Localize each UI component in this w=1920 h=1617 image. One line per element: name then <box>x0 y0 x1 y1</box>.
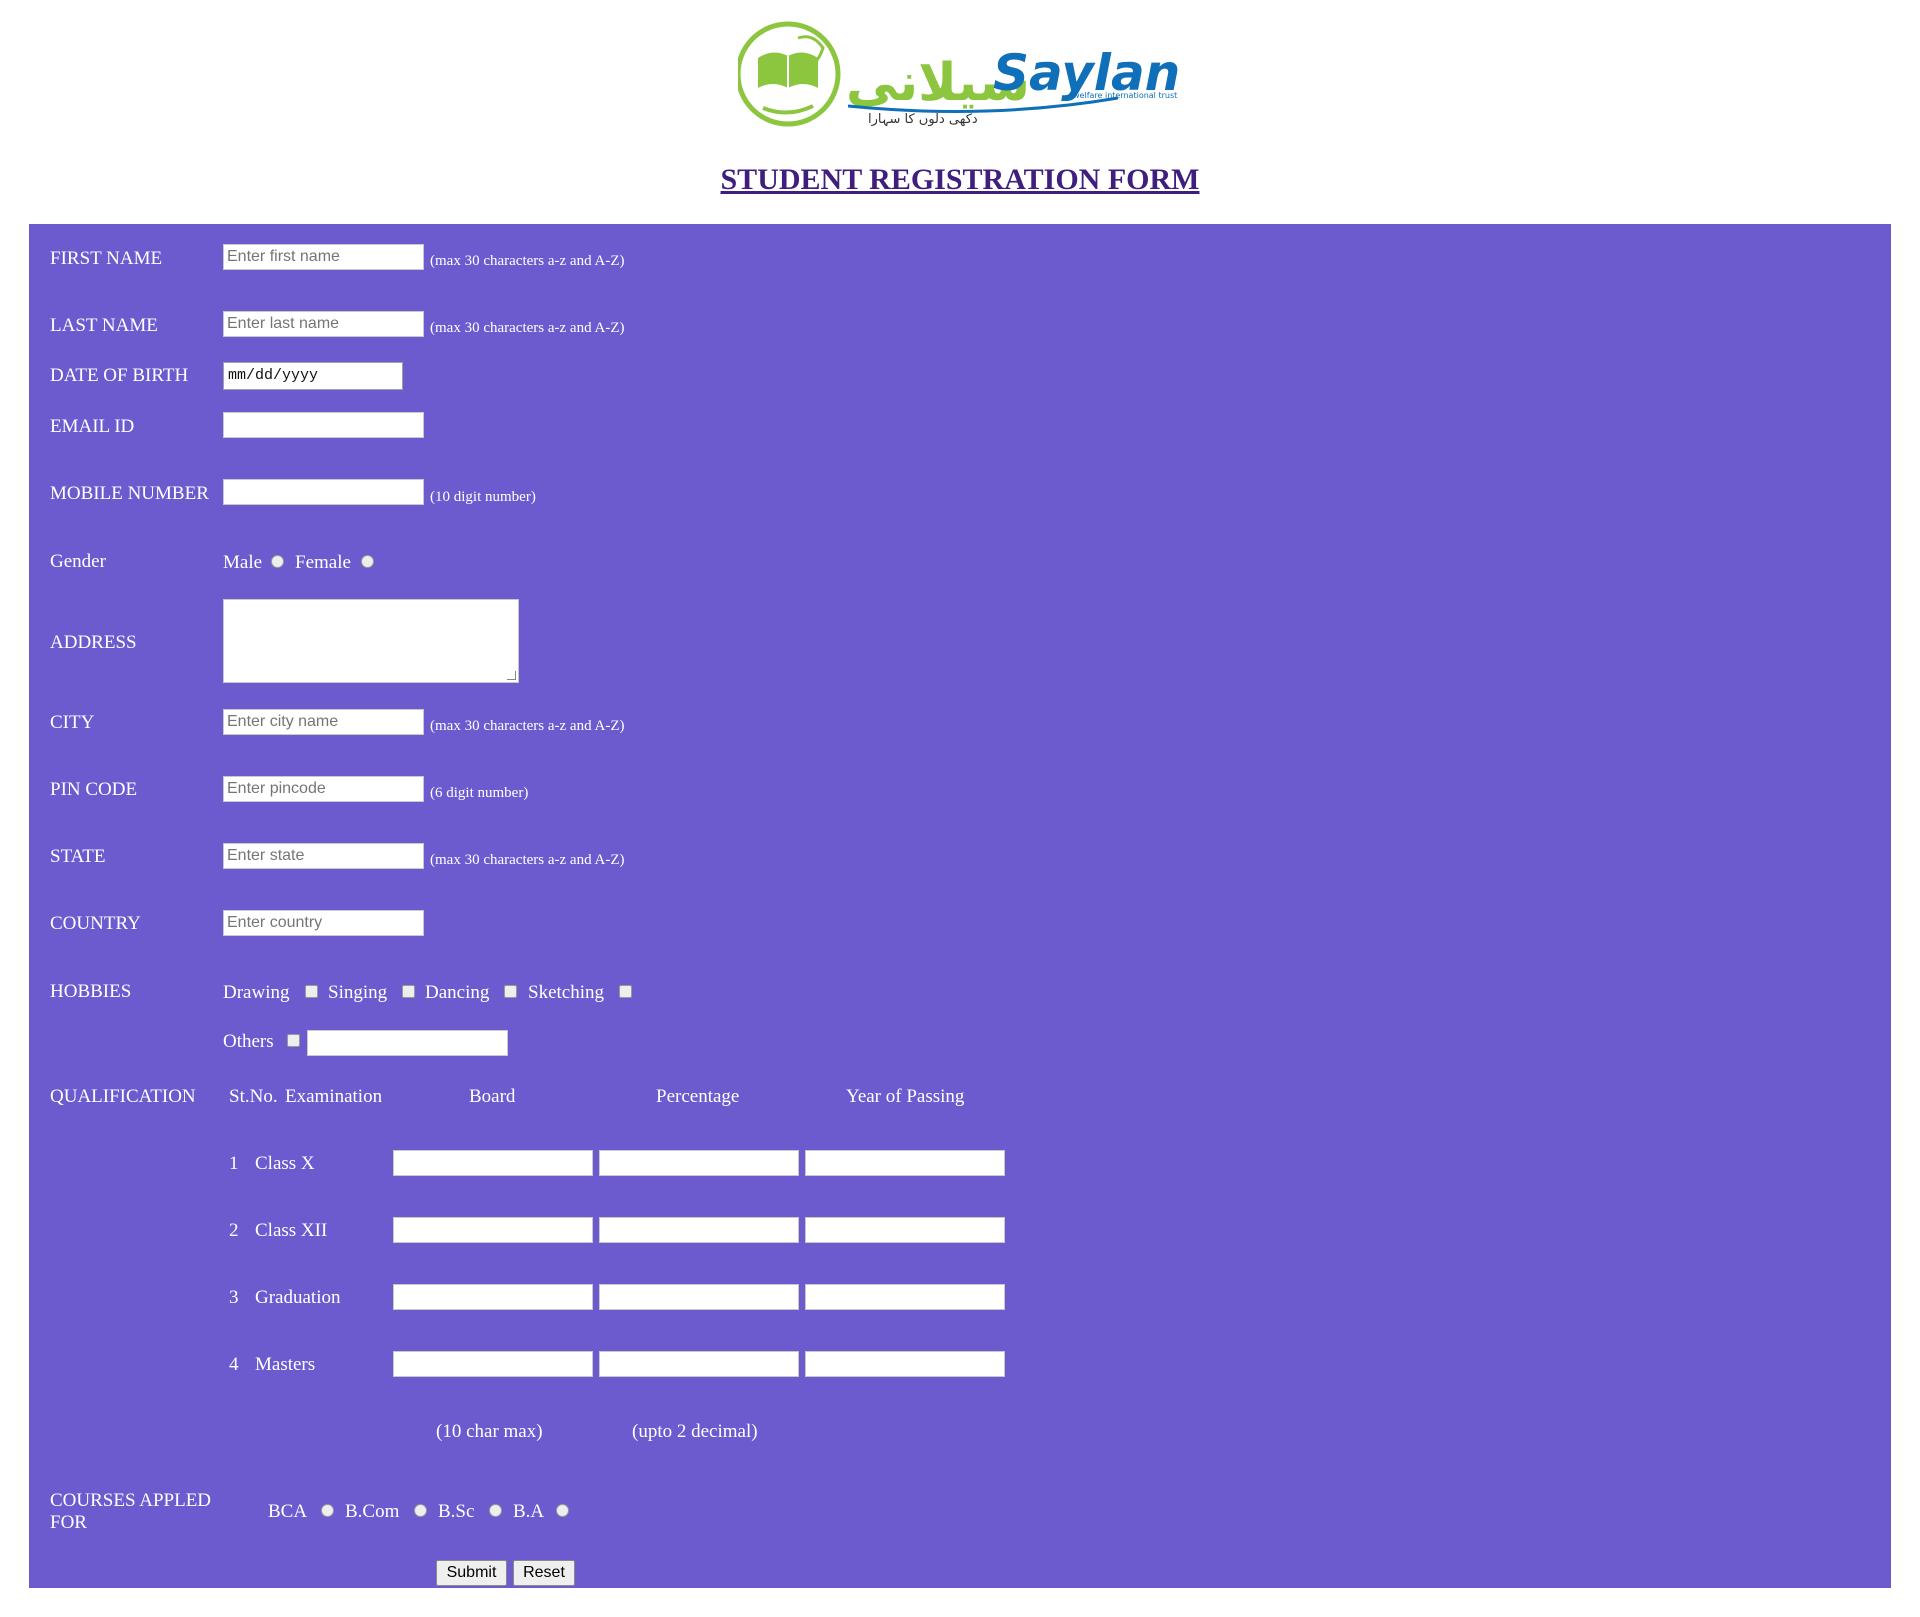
course-bsc-radio[interactable] <box>489 1504 502 1517</box>
qual-board-input[interactable] <box>393 1351 593 1377</box>
email-label: EMAIL ID <box>50 416 135 437</box>
qual-header-board: Board <box>469 1086 516 1107</box>
qual-year-input[interactable] <box>805 1284 1005 1310</box>
hobby-drawing-label: Drawing <box>223 982 290 1003</box>
mobile-input[interactable] <box>223 479 424 505</box>
qual-row-exam: Class X <box>255 1153 315 1174</box>
city-input[interactable] <box>223 709 424 735</box>
first-name-hint: (max 30 characters a-z and A-Z) <box>430 253 625 269</box>
qualification-label: QUALIFICATION <box>50 1086 196 1107</box>
hobby-sketching-checkbox[interactable] <box>619 985 632 998</box>
registration-form: FIRST NAME (max 30 characters a-z and A-… <box>29 224 1891 1588</box>
percentage-hint: (upto 2 decimal) <box>632 1421 758 1442</box>
qual-row-exam: Graduation <box>255 1287 341 1308</box>
hobby-dancing-label: Dancing <box>425 982 490 1003</box>
email-input[interactable] <box>223 412 424 438</box>
gender-female-radio[interactable] <box>361 555 374 568</box>
qual-header-year: Year of Passing <box>846 1086 965 1107</box>
hobby-others-checkbox[interactable] <box>287 1034 300 1047</box>
country-input[interactable] <box>223 910 424 936</box>
hobby-singing-checkbox[interactable] <box>402 985 415 998</box>
pin-hint: (6 digit number) <box>430 785 529 801</box>
qual-board-input[interactable] <box>393 1284 593 1310</box>
svg-text:welfare international trust: welfare international trust <box>1073 91 1177 100</box>
mobile-label: MOBILE NUMBER <box>50 483 209 504</box>
qual-year-input[interactable] <box>805 1351 1005 1377</box>
qual-year-input[interactable] <box>805 1150 1005 1176</box>
hobby-sketching-label: Sketching <box>528 982 604 1003</box>
hobby-drawing-checkbox[interactable] <box>305 985 318 998</box>
board-hint: (10 char max) <box>436 1421 543 1442</box>
courses-label: COURSES APPLED FOR <box>50 1490 212 1533</box>
qual-row-exam: Masters <box>255 1354 316 1375</box>
city-hint: (max 30 characters a-z and A-Z) <box>430 718 625 734</box>
course-ba-radio[interactable] <box>556 1504 569 1517</box>
first-name-label: FIRST NAME <box>50 248 163 269</box>
hobby-others-label: Others <box>223 1031 274 1052</box>
state-label: STATE <box>50 846 106 867</box>
city-label: CITY <box>50 712 95 733</box>
reset-button[interactable]: Reset <box>513 1560 575 1586</box>
submit-button[interactable]: Submit <box>436 1560 507 1586</box>
qual-row-no: 1 <box>229 1153 239 1174</box>
gender-label: Gender <box>50 551 106 572</box>
course-ba-label: B.A <box>513 1501 545 1522</box>
hobby-others-input[interactable] <box>307 1030 508 1056</box>
pin-input[interactable] <box>223 776 424 802</box>
qual-board-input[interactable] <box>393 1150 593 1176</box>
last-name-hint: (max 30 characters a-z and A-Z) <box>430 320 625 336</box>
course-bca-label: BCA <box>268 1501 308 1522</box>
saylani-logo: سیلانی Saylani welfare international tru… <box>738 21 1178 127</box>
qual-percentage-input[interactable] <box>599 1284 799 1310</box>
hobby-singing-label: Singing <box>328 982 388 1003</box>
hobby-dancing-checkbox[interactable] <box>504 985 517 998</box>
last-name-label: LAST NAME <box>50 315 158 336</box>
last-name-input[interactable] <box>223 311 424 337</box>
page-title: STUDENT REGISTRATION FORM <box>720 163 1200 196</box>
hobbies-label: HOBBIES <box>50 981 132 1002</box>
qual-year-input[interactable] <box>805 1217 1005 1243</box>
qual-row-no: 4 <box>229 1354 239 1375</box>
state-input[interactable] <box>223 843 424 869</box>
mobile-hint: (10 digit number) <box>430 489 536 505</box>
course-bca-radio[interactable] <box>321 1504 334 1517</box>
qual-header-stno: St.No. <box>229 1086 278 1107</box>
course-bcom-radio[interactable] <box>414 1504 427 1517</box>
qual-row-no: 3 <box>229 1287 239 1308</box>
qual-row-no: 2 <box>229 1220 239 1241</box>
course-bsc-label: B.Sc <box>438 1501 475 1522</box>
first-name-input[interactable] <box>223 244 424 270</box>
country-label: COUNTRY <box>50 913 141 934</box>
svg-text:دکھی دلوں کا سہارا: دکھی دلوں کا سہارا <box>868 112 978 127</box>
qual-header-percentage: Percentage <box>656 1086 740 1107</box>
state-hint: (max 30 characters a-z and A-Z) <box>430 852 625 868</box>
gender-female-label: Female <box>295 552 351 573</box>
course-bcom-label: B.Com <box>345 1501 400 1522</box>
dob-input[interactable]: mm/dd/yyyy <box>223 362 403 390</box>
dob-label: DATE OF BIRTH <box>50 365 189 386</box>
qual-percentage-input[interactable] <box>599 1217 799 1243</box>
resize-grip-icon[interactable] <box>507 671 516 680</box>
gender-male-radio[interactable] <box>271 555 284 568</box>
qual-row-exam: Class XII <box>255 1220 328 1241</box>
qual-percentage-input[interactable] <box>599 1351 799 1377</box>
gender-male-label: Male <box>223 552 263 573</box>
pin-label: PIN CODE <box>50 779 138 800</box>
qual-board-input[interactable] <box>393 1217 593 1243</box>
qual-header-examination: Examination <box>285 1086 383 1107</box>
address-label: ADDRESS <box>50 632 137 653</box>
qual-percentage-input[interactable] <box>599 1150 799 1176</box>
address-textarea[interactable] <box>223 599 519 683</box>
